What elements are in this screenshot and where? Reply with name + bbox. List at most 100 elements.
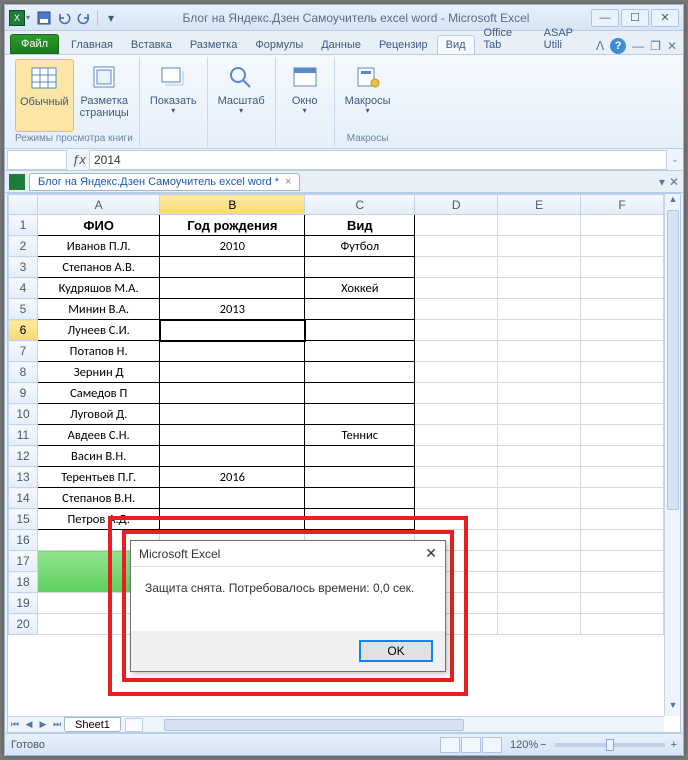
normal-view-button[interactable]: Обычный: [15, 59, 74, 132]
cell-C13[interactable]: [305, 467, 415, 488]
cell[interactable]: [498, 572, 581, 593]
row-header-12[interactable]: 12: [9, 446, 38, 467]
fx-icon[interactable]: ƒx: [69, 152, 89, 167]
help-icon[interactable]: ?: [610, 38, 626, 54]
cell-C7[interactable]: [305, 341, 415, 362]
cell-D7[interactable]: [415, 341, 498, 362]
cell-A15[interactable]: Петров А.Д.: [38, 509, 160, 530]
cell-E6[interactable]: [498, 320, 581, 341]
macros-button[interactable]: Макросы▾: [341, 59, 395, 132]
cell-A3[interactable]: Степанов А.В.: [38, 257, 160, 278]
save-icon[interactable]: [35, 9, 53, 27]
cell-F20[interactable]: [581, 614, 664, 635]
wb-close-icon[interactable]: ✕: [669, 175, 679, 189]
cell-D4[interactable]: [415, 278, 498, 299]
vertical-scrollbar[interactable]: ▲ ▼: [664, 194, 680, 716]
tab-officetab[interactable]: Office Tab: [475, 23, 535, 54]
zoom-out-icon[interactable]: −: [540, 739, 546, 751]
tab-asap[interactable]: ASAP Utili: [535, 23, 596, 54]
cell-C3[interactable]: [305, 257, 415, 278]
cell-C8[interactable]: [305, 362, 415, 383]
cell-F11[interactable]: [581, 425, 664, 446]
cell[interactable]: [581, 551, 664, 572]
cell-E9[interactable]: [498, 383, 581, 404]
cell-E15[interactable]: [498, 509, 581, 530]
row-header-2[interactable]: 2: [9, 236, 38, 257]
cell-A2[interactable]: Иванов П.Л.: [38, 236, 160, 257]
cell-D5[interactable]: [415, 299, 498, 320]
ribbon-minimize-icon[interactable]: ᐱ: [596, 39, 604, 53]
qat-customize-icon[interactable]: ▾: [26, 13, 30, 22]
cell-A14[interactable]: Степанов В.Н.: [38, 488, 160, 509]
cell-C12[interactable]: [305, 446, 415, 467]
cell-F5[interactable]: [581, 299, 664, 320]
cell-E5[interactable]: [498, 299, 581, 320]
row-header-13[interactable]: 13: [9, 467, 38, 488]
tab-data[interactable]: Данные: [312, 35, 370, 54]
cell-A11[interactable]: Авдеев С.Н.: [38, 425, 160, 446]
vscroll-thumb[interactable]: [667, 210, 679, 510]
zoom-slider[interactable]: [555, 743, 665, 747]
cell-F4[interactable]: [581, 278, 664, 299]
cell-F14[interactable]: [581, 488, 664, 509]
row-header-5[interactable]: 5: [9, 299, 38, 320]
cell-A8[interactable]: Зернин Д: [38, 362, 160, 383]
hscroll-thumb[interactable]: [164, 719, 464, 731]
tab-layout[interactable]: Разметка: [181, 35, 247, 54]
tab-close-icon[interactable]: ×: [285, 176, 291, 188]
cell-A6[interactable]: Лунеев С.И.: [38, 320, 160, 341]
sheet-nav-prev-icon[interactable]: ◀: [22, 719, 36, 730]
cell-D1[interactable]: [415, 215, 498, 236]
cell-F10[interactable]: [581, 404, 664, 425]
cell-E7[interactable]: [498, 341, 581, 362]
col-header-E[interactable]: E: [498, 195, 581, 215]
cell-D11[interactable]: [415, 425, 498, 446]
cell-B12[interactable]: [160, 446, 305, 467]
cell-E3[interactable]: [498, 257, 581, 278]
cell-C11[interactable]: Теннис: [305, 425, 415, 446]
row-header-10[interactable]: 10: [9, 404, 38, 425]
cell-F3[interactable]: [581, 257, 664, 278]
sheet-nav-last-icon[interactable]: ⏭: [50, 719, 64, 730]
redo-icon[interactable]: [75, 9, 93, 27]
workbook-tab[interactable]: Блог на Яндекс.Дзен Самоучитель excel wo…: [29, 173, 300, 191]
row-header-16[interactable]: 16: [9, 530, 38, 551]
cell-B8[interactable]: [160, 362, 305, 383]
window-button[interactable]: Окно▾: [282, 59, 328, 132]
zoom-in-icon[interactable]: +: [671, 739, 677, 751]
cell-C1[interactable]: Вид: [305, 215, 415, 236]
sheet-tab[interactable]: Sheet1: [64, 717, 121, 732]
row-header-14[interactable]: 14: [9, 488, 38, 509]
undo-icon[interactable]: [55, 9, 73, 27]
cell-A5[interactable]: Минин В.А.: [38, 299, 160, 320]
cell-A9[interactable]: Самедов П: [38, 383, 160, 404]
cell-B5[interactable]: 2013: [160, 299, 305, 320]
sheet-nav-first-icon[interactable]: ⏮: [8, 719, 22, 730]
cell-F8[interactable]: [581, 362, 664, 383]
page-layout-button[interactable]: Разметкастраницы: [76, 59, 133, 132]
cell-F7[interactable]: [581, 341, 664, 362]
tab-view[interactable]: Вид: [437, 35, 475, 54]
cell-B4[interactable]: [160, 278, 305, 299]
cell-F1[interactable]: [581, 215, 664, 236]
tab-home[interactable]: Главная: [62, 35, 122, 54]
qat-more-icon[interactable]: ▾: [102, 9, 120, 27]
cell-D14[interactable]: [415, 488, 498, 509]
cell-A4[interactable]: Кудряшов М.А.: [38, 278, 160, 299]
cell-B15[interactable]: [160, 509, 305, 530]
cell-B7[interactable]: [160, 341, 305, 362]
cell-E10[interactable]: [498, 404, 581, 425]
row-header-11[interactable]: 11: [9, 425, 38, 446]
col-header-B[interactable]: B: [160, 195, 305, 215]
tab-formulas[interactable]: Формулы: [246, 35, 312, 54]
cell[interactable]: [581, 572, 664, 593]
cell-D3[interactable]: [415, 257, 498, 278]
cell-F9[interactable]: [581, 383, 664, 404]
col-header-A[interactable]: A: [38, 195, 160, 215]
file-tab[interactable]: Файл: [10, 34, 59, 54]
cell-C9[interactable]: [305, 383, 415, 404]
cell-D8[interactable]: [415, 362, 498, 383]
show-button[interactable]: Показать▾: [146, 59, 201, 132]
cell-F13[interactable]: [581, 467, 664, 488]
cell-E8[interactable]: [498, 362, 581, 383]
